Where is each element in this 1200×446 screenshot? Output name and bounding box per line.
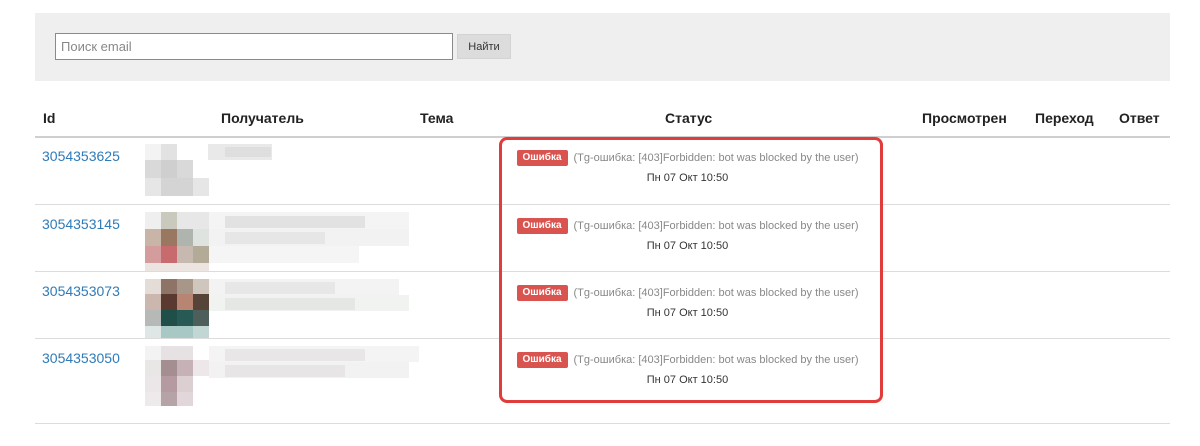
column-header-subject: Тема: [420, 110, 454, 126]
status-timestamp: Пн 07 Окт 10:50: [646, 172, 729, 184]
status-message: (Tg-ошибка: [403]Forbidden: bot was bloc…: [573, 287, 859, 299]
table-row: 3054353073 Ошибка (Tg-ошибка: [403]Forbi…: [35, 272, 1170, 339]
table-row: 3054353050 Ошибка (Tg-ошибка: [403]Forbi…: [35, 339, 1170, 406]
search-input[interactable]: [55, 33, 453, 60]
error-badge: Ошибка: [516, 352, 568, 368]
table-row: 3054353625 Ошибка (Tg-ошибка: [403]Forbi…: [35, 137, 1170, 204]
row-id-link[interactable]: 3054353145: [42, 216, 120, 232]
status-cell: Ошибка (Tg-ошибка: [403]Forbidden: bot w…: [505, 285, 870, 319]
status-message: (Tg-ошибка: [403]Forbidden: bot was bloc…: [573, 220, 859, 232]
status-timestamp: Пн 07 Окт 10:50: [646, 307, 729, 319]
column-header-status: Статус: [665, 110, 713, 126]
error-badge: Ошибка: [516, 285, 568, 301]
status-timestamp: Пн 07 Окт 10:50: [646, 374, 729, 386]
status-cell: Ошибка (Tg-ошибка: [403]Forbidden: bot w…: [505, 218, 870, 252]
status-message: (Tg-ошибка: [403]Forbidden: bot was bloc…: [573, 354, 859, 366]
search-button[interactable]: Найти: [457, 34, 511, 59]
search-panel: Найти: [35, 13, 1170, 81]
error-badge: Ошибка: [516, 218, 568, 234]
column-header-id: Id: [43, 110, 56, 126]
error-badge: Ошибка: [516, 150, 568, 166]
recipient-redacted-image: [145, 144, 410, 204]
status-timestamp: Пн 07 Окт 10:50: [646, 240, 729, 252]
status-cell: Ошибка (Tg-ошибка: [403]Forbidden: bot w…: [505, 150, 870, 184]
row-id-link[interactable]: 3054353050: [42, 350, 120, 366]
recipient-redacted-image: [145, 212, 410, 272]
column-header-recipient: Получатель: [221, 110, 304, 126]
recipient-redacted-image: [145, 346, 419, 406]
status-cell: Ошибка (Tg-ошибка: [403]Forbidden: bot w…: [505, 352, 870, 386]
table-row: 3054353145 Ошибка (Tg-ошибка: [403]Forbi…: [35, 205, 1170, 272]
column-header-reply: Ответ: [1119, 110, 1160, 126]
column-header-click: Переход: [1035, 110, 1094, 126]
column-header-viewed: Просмотрен: [922, 110, 1007, 126]
recipient-redacted-image: [145, 279, 410, 339]
row-id-link[interactable]: 3054353625: [42, 148, 120, 164]
status-message: (Tg-ошибка: [403]Forbidden: bot was bloc…: [573, 152, 859, 164]
row-divider: [35, 423, 1170, 424]
row-id-link[interactable]: 3054353073: [42, 283, 120, 299]
